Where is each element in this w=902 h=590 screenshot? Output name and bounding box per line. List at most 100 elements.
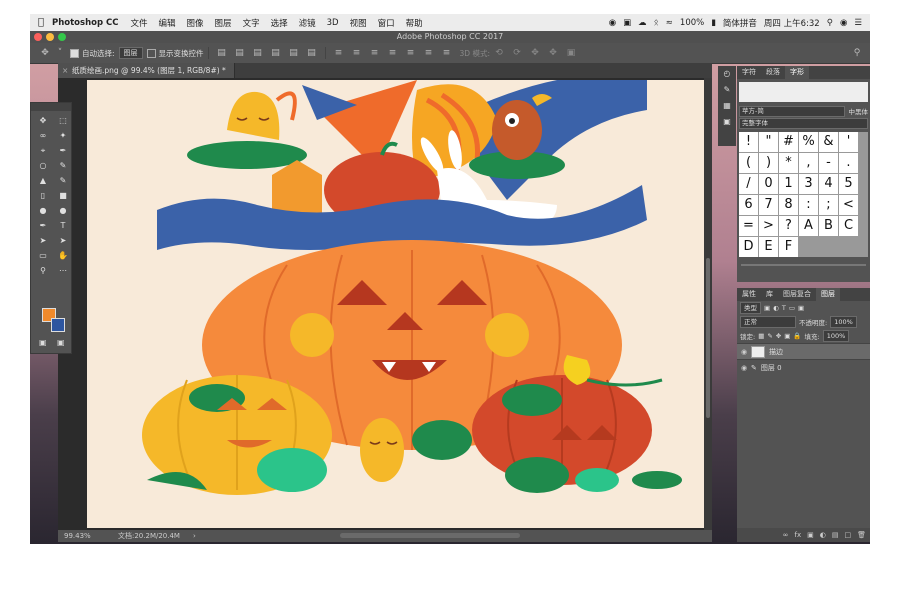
search-icon[interactable]: ⚲ (850, 47, 864, 59)
menu-select[interactable]: 选择 (271, 17, 288, 29)
pen-icon[interactable]: ✒ (34, 219, 52, 232)
glyph-cell[interactable]: & (819, 132, 838, 152)
glyph-cell[interactable]: * (779, 153, 798, 173)
filter-smart-icon[interactable]: ▣ (798, 304, 804, 312)
glyph-cell[interactable]: D (739, 237, 758, 257)
close-window-button[interactable] (34, 33, 42, 41)
tab-glyphs[interactable]: 字形 (785, 66, 809, 79)
notification-center-icon[interactable]: ☰ (854, 18, 862, 28)
glyph-cell[interactable]: 3 (799, 174, 818, 194)
recent-glyphs-strip[interactable] (739, 82, 868, 102)
menu-type[interactable]: 文字 (243, 17, 260, 29)
glyph-cell[interactable]: - (819, 153, 838, 173)
glyph-size-slider[interactable] (741, 260, 866, 270)
minimize-window-button[interactable] (46, 33, 54, 41)
history-brush-icon[interactable]: ✎ (54, 174, 72, 187)
glyph-cell[interactable]: ) (759, 153, 778, 173)
glyph-cell[interactable]: E (759, 237, 778, 257)
glyph-cell[interactable]: , (799, 153, 818, 173)
cast-icon[interactable]: ▣ (623, 18, 631, 28)
menu-layer[interactable]: 图层 (215, 17, 232, 29)
glyph-cell[interactable]: 6 (739, 195, 758, 215)
glyph-cell[interactable]: F (779, 237, 798, 257)
menu-image[interactable]: 图像 (187, 17, 204, 29)
glyph-cell[interactable]: B (819, 216, 838, 236)
3d-roll-icon[interactable]: ⟳ (510, 47, 524, 59)
font-style-dropdown[interactable]: 中黑体 (849, 106, 869, 116)
path-select-icon[interactable]: ➤ (34, 234, 52, 247)
move-tool-icon[interactable]: ✥ (34, 114, 52, 127)
screen-mode-icon[interactable]: ▣ (57, 338, 65, 347)
zoom-window-button[interactable] (58, 33, 66, 41)
glyph-cell[interactable]: < (839, 195, 858, 215)
apple-icon[interactable]:  (30, 17, 52, 28)
glyph-cell[interactable]: ! (739, 132, 758, 152)
layer-name[interactable]: 描边 (769, 347, 783, 357)
move-tool-icon[interactable]: ✥ (38, 47, 52, 59)
align-top-icon[interactable]: ▤ (215, 47, 229, 59)
tab-paragraph[interactable]: 段落 (761, 66, 785, 79)
clock[interactable]: 周四 上午6:32 (764, 17, 820, 29)
hand-icon[interactable]: ✋ (54, 249, 72, 262)
menu-filter[interactable]: 滤镜 (299, 17, 316, 29)
link-icon[interactable]: ∞ (783, 531, 789, 539)
show-transform-checkbox[interactable] (146, 48, 156, 58)
glyph-cell[interactable]: = (739, 216, 758, 236)
brush-icon[interactable]: ✎ (54, 159, 72, 172)
eyedropper-icon[interactable]: ✒ (54, 144, 72, 157)
healing-brush-icon[interactable]: ○ (34, 159, 52, 172)
menu-view[interactable]: 视图 (350, 17, 367, 29)
distribute-middle-icon[interactable]: ≡ (350, 47, 364, 59)
auto-select-checkbox[interactable] (70, 48, 79, 58)
eye-icon[interactable]: ◉ (737, 364, 751, 372)
glyph-cell[interactable]: # (779, 132, 798, 152)
3d-rotate-icon[interactable]: ⟲ (492, 47, 506, 59)
tab-layers[interactable]: 图层 (816, 288, 840, 301)
menu-edit[interactable]: 编辑 (159, 17, 176, 29)
document-canvas[interactable] (87, 80, 704, 528)
layer-name[interactable]: 图层 0 (761, 363, 782, 373)
siri-icon[interactable]: ◉ (840, 18, 847, 28)
battery-icon[interactable]: ▮ (711, 18, 716, 28)
align-bottom-icon[interactable]: ▤ (251, 47, 265, 59)
layer-kind-filter[interactable]: 类型 (740, 302, 761, 314)
glyph-cell[interactable]: 7 (759, 195, 778, 215)
scroll-thumb[interactable] (706, 258, 710, 418)
more-tools-icon[interactable]: ⋯ (54, 264, 72, 277)
distribute-center-icon[interactable]: ≡ (404, 47, 418, 59)
grid-icon[interactable]: ▦ (718, 98, 736, 114)
layer-row[interactable]: ◉ 描边 (737, 343, 870, 359)
history-icon[interactable]: ◴ (718, 66, 736, 82)
folder-icon[interactable]: ▤ (832, 531, 839, 539)
3d-scale-icon[interactable]: ▣ (564, 47, 578, 59)
filter-adjust-icon[interactable]: ◐ (773, 304, 779, 312)
glyph-cell[interactable]: ; (819, 195, 838, 215)
lock-brush-icon[interactable]: ✎ (767, 332, 772, 340)
spotlight-search-icon[interactable]: ⚲ (827, 18, 833, 28)
glyph-cell[interactable]: 1 (779, 174, 798, 194)
auto-align-icon[interactable]: ≡ (440, 47, 454, 59)
glyph-cell[interactable]: 8 (779, 195, 798, 215)
adjustment-icon[interactable]: ◐ (820, 531, 826, 539)
vertical-scrollbar[interactable] (704, 78, 712, 530)
cloud-icon[interactable]: ☁ (638, 18, 647, 28)
record-icon[interactable]: ◉ (609, 18, 616, 28)
menu-window[interactable]: 窗口 (378, 17, 395, 29)
font-family-dropdown[interactable]: 苹方-简 (739, 105, 845, 117)
lock-transparency-icon[interactable]: ▦ (758, 332, 764, 340)
glyph-cell[interactable]: % (799, 132, 818, 152)
align-left-icon[interactable]: ▤ (269, 47, 283, 59)
document-tab[interactable]: × 纸质绘画.png @ 99.4% (图层 1, RGB/8#) * (58, 63, 235, 78)
lock-artboard-icon[interactable]: ▣ (784, 332, 790, 340)
input-method[interactable]: 简体拼音 (723, 17, 757, 29)
wifi-icon[interactable]: ≈ (666, 18, 673, 28)
close-icon[interactable]: × (62, 63, 68, 78)
distribute-top-icon[interactable]: ≡ (332, 47, 346, 59)
glyph-cell[interactable]: : (799, 195, 818, 215)
clone-source-icon[interactable]: ▣ (718, 114, 736, 130)
menu-help[interactable]: 帮助 (406, 17, 423, 29)
quick-mask-icon[interactable]: ▣ (39, 338, 47, 347)
glyph-cell[interactable]: A (799, 216, 818, 236)
glyph-cell[interactable]: ' (839, 132, 858, 152)
dodge-icon[interactable]: ● (54, 204, 72, 217)
